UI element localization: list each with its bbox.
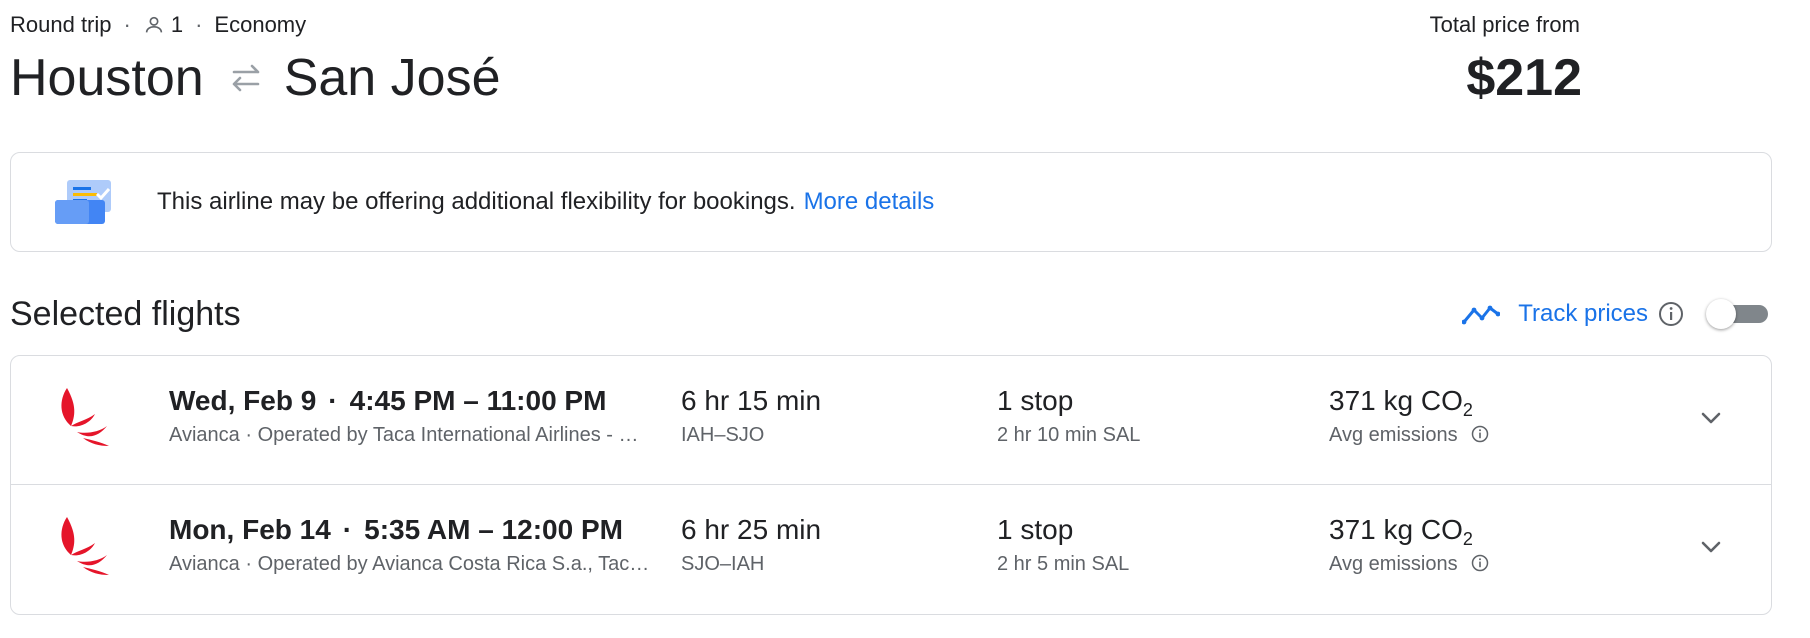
flight-row-outbound[interactable]: Wed, Feb 9 · 4:45 PM – 11:00 PM Avianca · …: [11, 356, 1771, 485]
info-icon[interactable]: [1471, 554, 1489, 572]
stops-count: 1 stop: [997, 385, 1074, 416]
separator-dot: ·: [342, 513, 353, 545]
flight-emissions: 371 kg CO2 Avg emissions: [1329, 384, 1489, 448]
emissions-value: 371 kg CO: [1329, 385, 1463, 416]
flight-emissions: 371 kg CO2 Avg emissions: [1329, 513, 1489, 577]
flight-times: Wed, Feb 9 · 4:45 PM – 11:00 PM Avianca · …: [169, 384, 669, 448]
flight-row-return[interactable]: Mon, Feb 14 · 5:35 AM – 12:00 PM Avianca ·…: [11, 485, 1771, 614]
passenger-count: 1: [170, 12, 184, 37]
swap-arrows-icon: [232, 64, 259, 92]
duration-value: 6 hr 15 min: [681, 385, 822, 416]
separator-dot: ·: [123, 12, 131, 37]
flight-date: Mon, Feb 14: [169, 513, 331, 545]
duration-value: 6 hr 25 min: [681, 513, 822, 545]
airline-info: Avianca · Operated by Taca International…: [169, 424, 639, 446]
chevron-down-icon[interactable]: [1693, 400, 1729, 436]
flight-time-range: 5:35 AM – 12:00 PM: [364, 513, 623, 545]
total-price: $212: [1466, 49, 1582, 107]
flight-time-range: 4:45 PM – 11:00 PM: [349, 385, 607, 416]
trip-summary: Round trip · 1 · Economy: [10, 10, 306, 40]
flight-stops: 1 stop 2 hr 10 min SAL: [997, 384, 1140, 448]
flight-times: Mon, Feb 14 · 5:35 AM – 12:00 PM Avianca ·…: [169, 513, 669, 577]
track-prices-control: Track prices: [1462, 296, 1770, 332]
chevron-down-icon[interactable]: [1693, 529, 1729, 565]
emissions-subscript: 2: [1462, 528, 1473, 549]
flexible-booking-icon: [55, 180, 111, 224]
person-icon: [145, 16, 163, 33]
destination-city: San José: [283, 49, 501, 107]
flexibility-banner: This airline may be offering additional …: [10, 152, 1772, 252]
price-label: Total price from: [1429, 12, 1580, 37]
avianca-logo: [61, 516, 109, 575]
flight-stops: 1 stop 2 hr 5 min SAL: [997, 513, 1129, 577]
emissions-label: Avg emissions: [1329, 552, 1458, 575]
selected-flights-heading: Selected flights: [10, 295, 241, 333]
separator-dot: ·: [195, 12, 203, 37]
price-trend-icon: [1462, 305, 1501, 325]
origin-city: Houston: [10, 49, 204, 107]
route-title: Houston San José: [10, 46, 501, 110]
airline-info: Avianca · Operated by Avianca Costa Rica…: [169, 552, 650, 575]
route-codes: IAH–SJO: [681, 424, 765, 446]
route-codes: SJO–IAH: [681, 552, 765, 575]
avianca-logo: [61, 388, 109, 446]
separator-dot: ·: [328, 385, 338, 416]
cabin-class: Economy: [214, 12, 307, 37]
emissions-label: Avg emissions: [1329, 424, 1458, 446]
flight-date: Wed, Feb 9: [169, 385, 317, 416]
selected-flights-list: Wed, Feb 9 · 4:45 PM – 11:00 PM Avianca · …: [10, 355, 1772, 615]
flight-duration: 6 hr 25 min SJO–IAH: [681, 513, 821, 577]
emissions-subscript: 2: [1462, 400, 1473, 420]
track-prices-label[interactable]: Track prices: [1518, 300, 1648, 328]
info-icon[interactable]: [1658, 301, 1684, 327]
toggle-knob: [1706, 299, 1736, 329]
layover-info: 2 hr 5 min SAL: [997, 552, 1130, 575]
layover-info: 2 hr 10 min SAL: [997, 424, 1141, 446]
trip-type: Round trip: [10, 12, 112, 37]
emissions-value: 371 kg CO: [1329, 513, 1463, 545]
stops-count: 1 stop: [997, 513, 1074, 545]
banner-message: This airline may be offering additional …: [157, 188, 796, 215]
flight-duration: 6 hr 15 min IAH–SJO: [681, 384, 821, 448]
track-prices-toggle[interactable]: [1706, 296, 1770, 332]
info-icon[interactable]: [1471, 425, 1489, 443]
more-details-link[interactable]: More details: [804, 188, 935, 216]
